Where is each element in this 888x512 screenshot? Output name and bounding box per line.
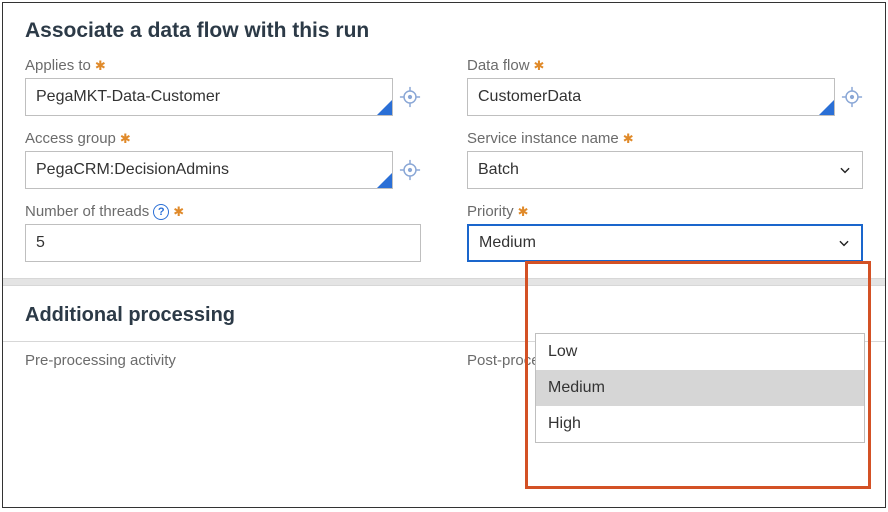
applies-to-input[interactable] xyxy=(25,78,393,116)
select-value: Batch xyxy=(478,161,519,179)
label-text: Applies to xyxy=(25,57,91,74)
crosshair-icon[interactable] xyxy=(841,86,863,108)
chevron-down-icon xyxy=(837,236,851,250)
priority-option-low[interactable]: Low xyxy=(536,334,864,370)
field-applies-to: Applies to ✱ xyxy=(25,57,421,116)
label-priority: Priority ✱ xyxy=(467,203,863,220)
help-icon[interactable]: ? xyxy=(153,204,169,220)
form-panel: Associate a data flow with this run Appl… xyxy=(2,2,886,508)
section-divider xyxy=(3,278,885,286)
label-threads: Number of threads ? ✱ xyxy=(25,203,421,220)
data-flow-input[interactable] xyxy=(467,78,835,116)
field-service-instance: Service instance name ✱ Batch xyxy=(467,130,863,189)
fields-grid: Applies to ✱ Data flow ✱ xyxy=(3,53,885,278)
label-text: Number of threads xyxy=(25,203,149,220)
section-title-associate: Associate a data flow with this run xyxy=(3,3,885,53)
threads-input[interactable] xyxy=(25,224,421,262)
label-access-group: Access group ✱ xyxy=(25,130,421,147)
required-star-icon: ✱ xyxy=(120,132,131,145)
crosshair-icon[interactable] xyxy=(399,159,421,181)
required-star-icon: ✱ xyxy=(95,59,106,72)
access-group-input[interactable] xyxy=(25,151,393,189)
label-pre-processing: Pre-processing activity xyxy=(25,348,421,369)
field-access-group: Access group ✱ xyxy=(25,130,421,189)
label-text: Service instance name xyxy=(467,130,619,147)
select-value: Medium xyxy=(479,234,536,252)
crosshair-icon[interactable] xyxy=(399,86,421,108)
service-instance-select[interactable]: Batch xyxy=(467,151,863,189)
label-service-instance: Service instance name ✱ xyxy=(467,130,863,147)
label-text: Access group xyxy=(25,130,116,147)
priority-option-medium[interactable]: Medium xyxy=(536,370,864,406)
chevron-down-icon xyxy=(838,163,852,177)
required-star-icon: ✱ xyxy=(173,205,184,218)
label-text: Data flow xyxy=(467,57,530,74)
label-text: Priority xyxy=(467,203,514,220)
field-data-flow: Data flow ✱ xyxy=(467,57,863,116)
label-data-flow: Data flow ✱ xyxy=(467,57,863,74)
field-priority: Priority ✱ Medium xyxy=(467,203,863,262)
required-star-icon: ✱ xyxy=(518,205,529,218)
required-star-icon: ✱ xyxy=(534,59,545,72)
priority-select[interactable]: Medium xyxy=(467,224,863,262)
label-applies-to: Applies to ✱ xyxy=(25,57,421,74)
priority-option-high[interactable]: High xyxy=(536,406,864,442)
field-threads: Number of threads ? ✱ xyxy=(25,203,421,262)
label-text: Pre-processing activity xyxy=(25,352,176,369)
priority-dropdown[interactable]: Low Medium High xyxy=(535,333,865,443)
required-star-icon: ✱ xyxy=(623,132,634,145)
